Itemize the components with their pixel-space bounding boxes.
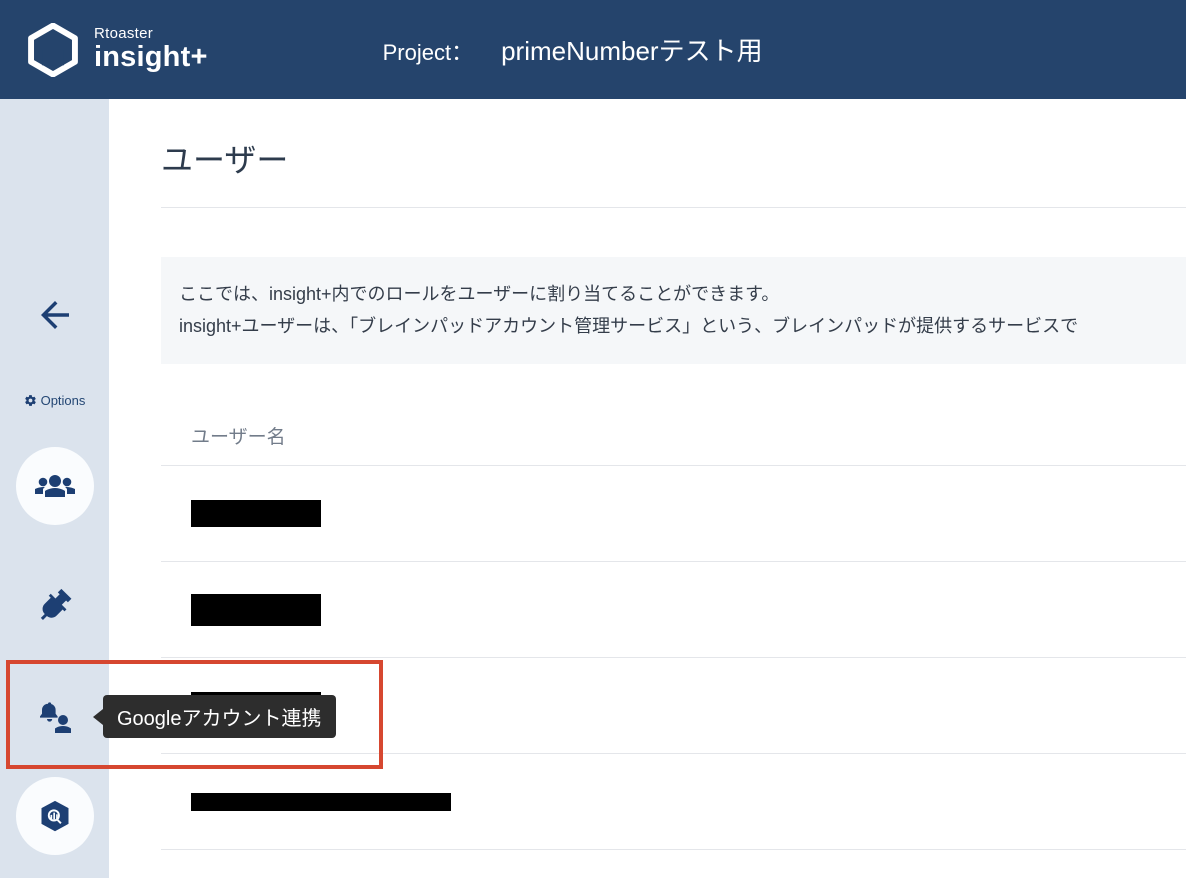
arrow-left-icon	[34, 294, 76, 336]
divider	[161, 207, 1186, 208]
brand-small-text: Rtoaster	[94, 26, 208, 42]
gear-icon	[24, 394, 37, 407]
user-name-redacted	[191, 793, 451, 811]
user-name-redacted	[191, 594, 321, 626]
sidebar-back-button[interactable]	[34, 294, 76, 341]
project-selector[interactable]: Project： primeNumberテスト用	[383, 31, 763, 68]
sidebar-item-integrations[interactable]	[16, 564, 94, 642]
sidebar: Options	[0, 99, 109, 878]
sidebar-tooltip-text: Googleアカウント連携	[117, 702, 322, 731]
bigquery-icon	[37, 798, 73, 834]
sidebar-item-google-link[interactable]	[16, 777, 94, 855]
info-line-2: insight+ユーザーは、「ブレインパッドアカウント管理サービス」という、ブレ…	[179, 311, 1168, 343]
sidebar-options-button[interactable]: Options	[0, 393, 109, 408]
brand-logo: Rtoaster insight+	[26, 23, 208, 77]
users-column-header: ユーザー名	[161, 404, 1186, 466]
sidebar-item-users[interactable]	[16, 447, 94, 525]
brand-big-text: insight+	[94, 42, 208, 72]
plug-icon	[38, 586, 72, 620]
page-title: ユーザー	[161, 135, 1186, 181]
info-line-1: ここでは、insight+内でのロールをユーザーに割り当てることができます。	[179, 279, 1168, 311]
bell-person-icon	[37, 702, 73, 734]
user-name-redacted	[191, 500, 321, 527]
info-banner: ここでは、insight+内でのロールをユーザーに割り当てることができます。 i…	[161, 257, 1186, 364]
top-bar: Rtoaster insight+ Project： primeNumberテス…	[0, 0, 1186, 99]
project-label: Project：	[383, 35, 473, 67]
sidebar-tooltip: Googleアカウント連携	[103, 695, 336, 738]
table-row[interactable]	[161, 754, 1186, 850]
table-row[interactable]	[161, 466, 1186, 562]
rtoaster-logo-icon	[26, 23, 80, 77]
users-icon	[35, 472, 75, 500]
sidebar-options-label: Options	[41, 393, 86, 408]
table-row[interactable]	[161, 562, 1186, 658]
project-name: primeNumberテスト用	[501, 31, 763, 68]
main-content: ユーザー ここでは、insight+内でのロールをユーザーに割り当てることができ…	[109, 99, 1186, 878]
sidebar-item-notifications[interactable]	[16, 679, 94, 757]
